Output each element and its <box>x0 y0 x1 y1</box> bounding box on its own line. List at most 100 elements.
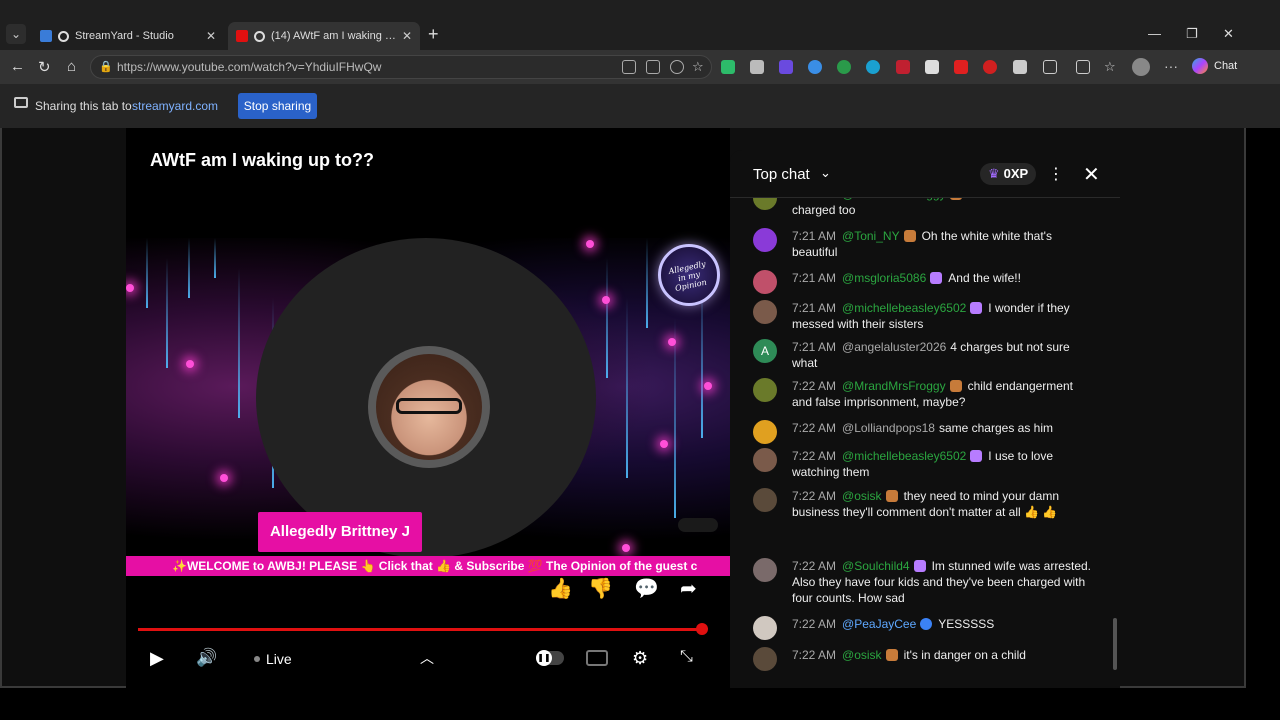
chat-avatar[interactable] <box>753 558 777 582</box>
channel-logo: Allegedly in my Opinion <box>658 244 720 306</box>
chat-timestamp: 7:22 AM <box>792 421 837 435</box>
tab-close-icon[interactable]: ✕ <box>206 29 216 43</box>
crown-icon: ♛ <box>988 166 1000 181</box>
chat-author[interactable]: @PeaJayCee <box>842 617 916 631</box>
restore-button[interactable]: ❐ <box>1186 26 1198 42</box>
video-player[interactable]: AWtF am I waking up to?? Allegedly in my… <box>126 128 730 688</box>
chat-author[interactable]: @osisk <box>842 648 882 662</box>
chat-avatar[interactable]: A <box>753 339 777 363</box>
chat-avatar[interactable] <box>753 488 777 512</box>
performance-icon[interactable] <box>1076 60 1090 74</box>
chat-author[interactable]: @Soulchild4 <box>842 559 910 573</box>
volume-icon[interactable]: 🔊 <box>196 648 217 668</box>
address-input[interactable]: 🔒 https://www.youtube.com/watch?v=YhdiuI… <box>90 55 712 79</box>
live-dot <box>254 656 260 662</box>
tab-streamyard[interactable]: StreamYard - Studio ✕ <box>32 22 224 50</box>
chat-author[interactable]: @MrandMrsFroggy <box>842 379 946 393</box>
chat-avatar[interactable] <box>753 270 777 294</box>
chat-timestamp: 7:22 AM <box>792 379 837 393</box>
chat-scroll-thumb[interactable] <box>1113 618 1117 670</box>
chat-avatar[interactable] <box>753 420 777 444</box>
chat-author[interactable]: @angelaluster2026 <box>842 340 946 354</box>
chat-author[interactable]: @Lolliandpops18 <box>842 421 935 435</box>
pause-icon: ❚❚ <box>536 650 552 666</box>
chat-timestamp: 7:21 AM <box>792 198 836 201</box>
play-button[interactable]: ▶ <box>150 648 164 669</box>
extension-purple-icon[interactable] <box>779 60 793 74</box>
chat-avatar[interactable] <box>753 647 777 671</box>
progress-scrubber[interactable] <box>696 623 709 635</box>
video-title: AWtF am I waking up to?? <box>150 150 374 170</box>
extensions-puzzle-icon[interactable] <box>1043 60 1057 74</box>
chat-scrollbar[interactable] <box>1113 208 1117 670</box>
extension-grey-icon[interactable] <box>750 60 764 74</box>
chat-more-icon[interactable]: ⋮ <box>1048 164 1064 184</box>
chat-text: Im stunned wife was arrested. Also they … <box>792 559 1091 605</box>
zoom-icon[interactable] <box>670 60 684 74</box>
chat-avatar[interactable] <box>753 300 777 324</box>
dislike-icon[interactable]: 👎 <box>588 576 613 601</box>
profile-avatar[interactable] <box>1132 58 1150 76</box>
extension-green2-icon[interactable] <box>837 60 851 74</box>
live-indicator[interactable]: Live <box>254 651 292 667</box>
comment-icon[interactable]: 💬 <box>634 576 659 601</box>
tab-title: (14) AWtF am I waking up to? <box>271 30 396 42</box>
extension-blue-icon[interactable] <box>808 60 822 74</box>
site-info-icon[interactable]: 🔒 <box>99 56 113 78</box>
tab-youtube[interactable]: (14) AWtF am I waking up to? ✕ <box>228 22 420 50</box>
sharing-link[interactable]: streamyard.com <box>132 99 218 113</box>
exit-fullscreen-icon[interactable]: ⤡ <box>680 648 693 666</box>
new-tab-button[interactable]: + <box>428 24 439 45</box>
chat-author[interactable]: @MrandMrsFroggy <box>842 198 946 201</box>
more-menu-icon[interactable]: ··· <box>1164 59 1178 74</box>
chat-author[interactable]: @michellebeasley6502 <box>842 301 966 315</box>
window-close-button[interactable]: ✕ <box>1223 26 1234 42</box>
tab-actions-menu-button[interactable]: ⌄ <box>6 24 26 44</box>
xp-value: 0XP <box>1003 166 1029 181</box>
chat-timestamp: 7:21 AM <box>792 340 837 354</box>
sparkle <box>668 338 676 346</box>
chevron-up-icon[interactable]: ︿ <box>420 648 434 668</box>
like-icon[interactable]: 👍 <box>548 576 573 601</box>
chat-author[interactable]: @msgloria5086 <box>842 271 926 285</box>
live-label: Live <box>266 651 292 667</box>
progress-bar[interactable] <box>138 623 709 635</box>
favorite-star-icon[interactable]: ☆ <box>692 60 706 74</box>
chat-title[interactable]: Top chat <box>753 166 810 183</box>
app-available-icon[interactable] <box>622 60 636 74</box>
split-screen-icon[interactable] <box>646 60 660 74</box>
autoplay-toggle[interactable]: ❚❚ <box>536 650 564 666</box>
extension-white-icon[interactable] <box>925 60 939 74</box>
chat-author[interactable]: @michellebeasley6502 <box>842 449 966 463</box>
sparkle <box>586 240 594 248</box>
back-button[interactable]: ← <box>10 58 25 75</box>
extension-green-icon[interactable] <box>721 60 735 74</box>
favorites-icon[interactable]: ☆ <box>1104 60 1118 74</box>
extension-youtube-icon[interactable] <box>954 60 968 74</box>
channel-logo-text: Allegedly in my Opinion <box>667 259 708 294</box>
settings-gear-icon[interactable]: ⚙ <box>632 648 648 669</box>
extension-red-icon[interactable] <box>896 60 910 74</box>
copilot-chat-button[interactable]: Chat <box>1192 58 1237 74</box>
chat-avatar[interactable] <box>753 616 777 640</box>
tab-close-icon[interactable]: ✕ <box>402 29 412 43</box>
reload-button[interactable]: ↻ <box>38 58 51 76</box>
chevron-down-icon[interactable]: ⌄ <box>820 165 831 181</box>
subtitles-icon[interactable] <box>586 650 608 666</box>
chat-avatar[interactable] <box>753 378 777 402</box>
minimize-button[interactable]: — <box>1148 26 1161 41</box>
xp-badge[interactable]: ♛ 0XP <box>980 163 1037 185</box>
light-streak <box>626 298 628 478</box>
extension-cyan-icon[interactable] <box>866 60 880 74</box>
extension-red2-icon[interactable] <box>983 60 997 74</box>
chat-avatar[interactable] <box>753 198 777 210</box>
chat-avatar[interactable] <box>753 448 777 472</box>
chat-author[interactable]: @osisk <box>842 489 882 503</box>
share-icon[interactable]: ➦ <box>680 576 697 601</box>
chat-avatar[interactable] <box>753 228 777 252</box>
home-button[interactable]: ⌂ <box>67 58 76 75</box>
extension-grey2-icon[interactable] <box>1013 60 1027 74</box>
chat-close-icon[interactable]: ✕ <box>1083 162 1100 187</box>
stop-sharing-button[interactable]: Stop sharing <box>238 93 317 119</box>
chat-author[interactable]: @Toni_NY <box>842 229 900 243</box>
